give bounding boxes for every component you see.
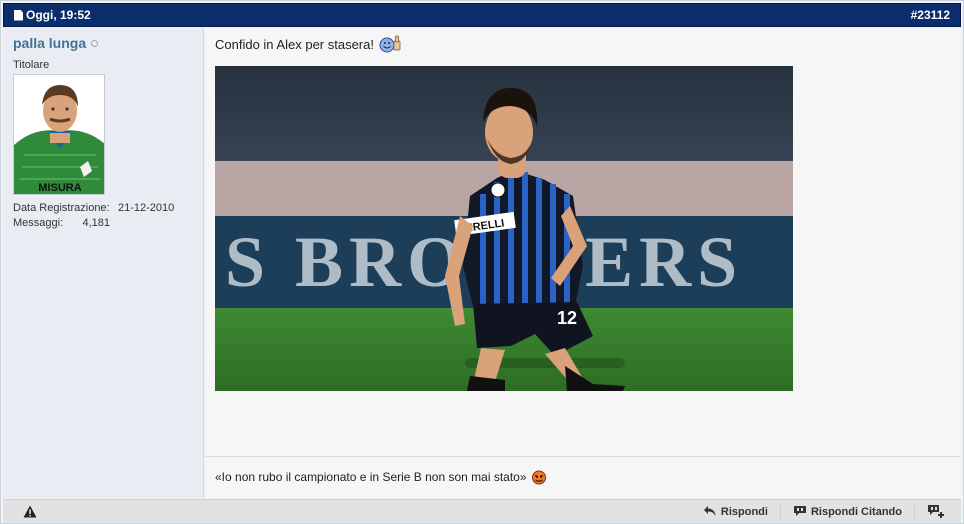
reply-quote-label: Rispondi Citando: [810, 506, 902, 518]
avatar-image: MISURA: [14, 75, 104, 194]
thumbs-up-smiley-icon: [378, 35, 402, 53]
reply-quote-button[interactable]: Rispondi Citando: [781, 504, 915, 520]
quote-icon: [793, 505, 807, 520]
user-stats: Data Registrazione: 21-12-2010 Messaggi:…: [13, 201, 174, 231]
signature-divider: [205, 456, 961, 457]
multiquote-plus-icon: [927, 504, 945, 521]
document-icon: [14, 9, 23, 21]
post-footer: Rispondi Rispondi Citando: [3, 499, 961, 523]
post-date: Oggi, 19:52: [14, 8, 91, 22]
devil-smiley-icon: [531, 469, 547, 485]
signature: «Io non rubo il campionato e in Serie B …: [215, 469, 547, 485]
post-message-text: Confido in Alex per stasera!: [215, 36, 374, 52]
avatar-sponsor-text: MISURA: [38, 182, 81, 194]
forum-post: Oggi, 19:52 #23112 palla lunga Titolare: [0, 0, 964, 524]
username-row: palla lunga: [13, 35, 99, 51]
post-number-link[interactable]: #23112: [911, 8, 950, 22]
post-message: Confido in Alex per stasera!: [215, 35, 402, 53]
post-actions: Rispondi Rispondi Citando: [691, 504, 949, 520]
user-title: Titolare: [13, 59, 50, 71]
post-image[interactable]: S BROTHERS PIRELLI 12: [215, 66, 793, 391]
join-date-label: Data Registrazione:: [13, 202, 110, 214]
reply-button[interactable]: Rispondi: [691, 504, 781, 520]
avatar[interactable]: MISURA: [13, 74, 105, 195]
signature-text: «Io non rubo il campionato e in Serie B …: [215, 470, 527, 484]
username-link[interactable]: palla lunga: [13, 35, 86, 51]
join-date-value: 21-12-2010: [118, 202, 175, 214]
player-number: 12: [557, 308, 577, 328]
post-header: Oggi, 19:52 #23112: [3, 3, 961, 27]
post-count-value: 4,181: [82, 217, 110, 229]
warning-icon[interactable]: [23, 505, 37, 521]
multiquote-button[interactable]: [915, 504, 949, 520]
user-info-panel: palla lunga Titolare MISURA Data Registr…: [3, 28, 204, 498]
reply-icon: [703, 505, 717, 520]
join-date-row: Data Registrazione: 21-12-2010: [13, 201, 174, 216]
online-status-icon: [91, 39, 99, 47]
reply-label: Rispondi: [720, 506, 768, 518]
post-count-label: Messaggi:: [13, 217, 64, 229]
post-date-text: Oggi, 19:52: [26, 8, 91, 22]
post-content: Confido in Alex per stasera! S PIRELLI 1…: [205, 28, 961, 498]
player-photo: S BROTHERS PIRELLI 12: [215, 66, 793, 391]
post-count-row: Messaggi: 4,181: [13, 216, 174, 231]
